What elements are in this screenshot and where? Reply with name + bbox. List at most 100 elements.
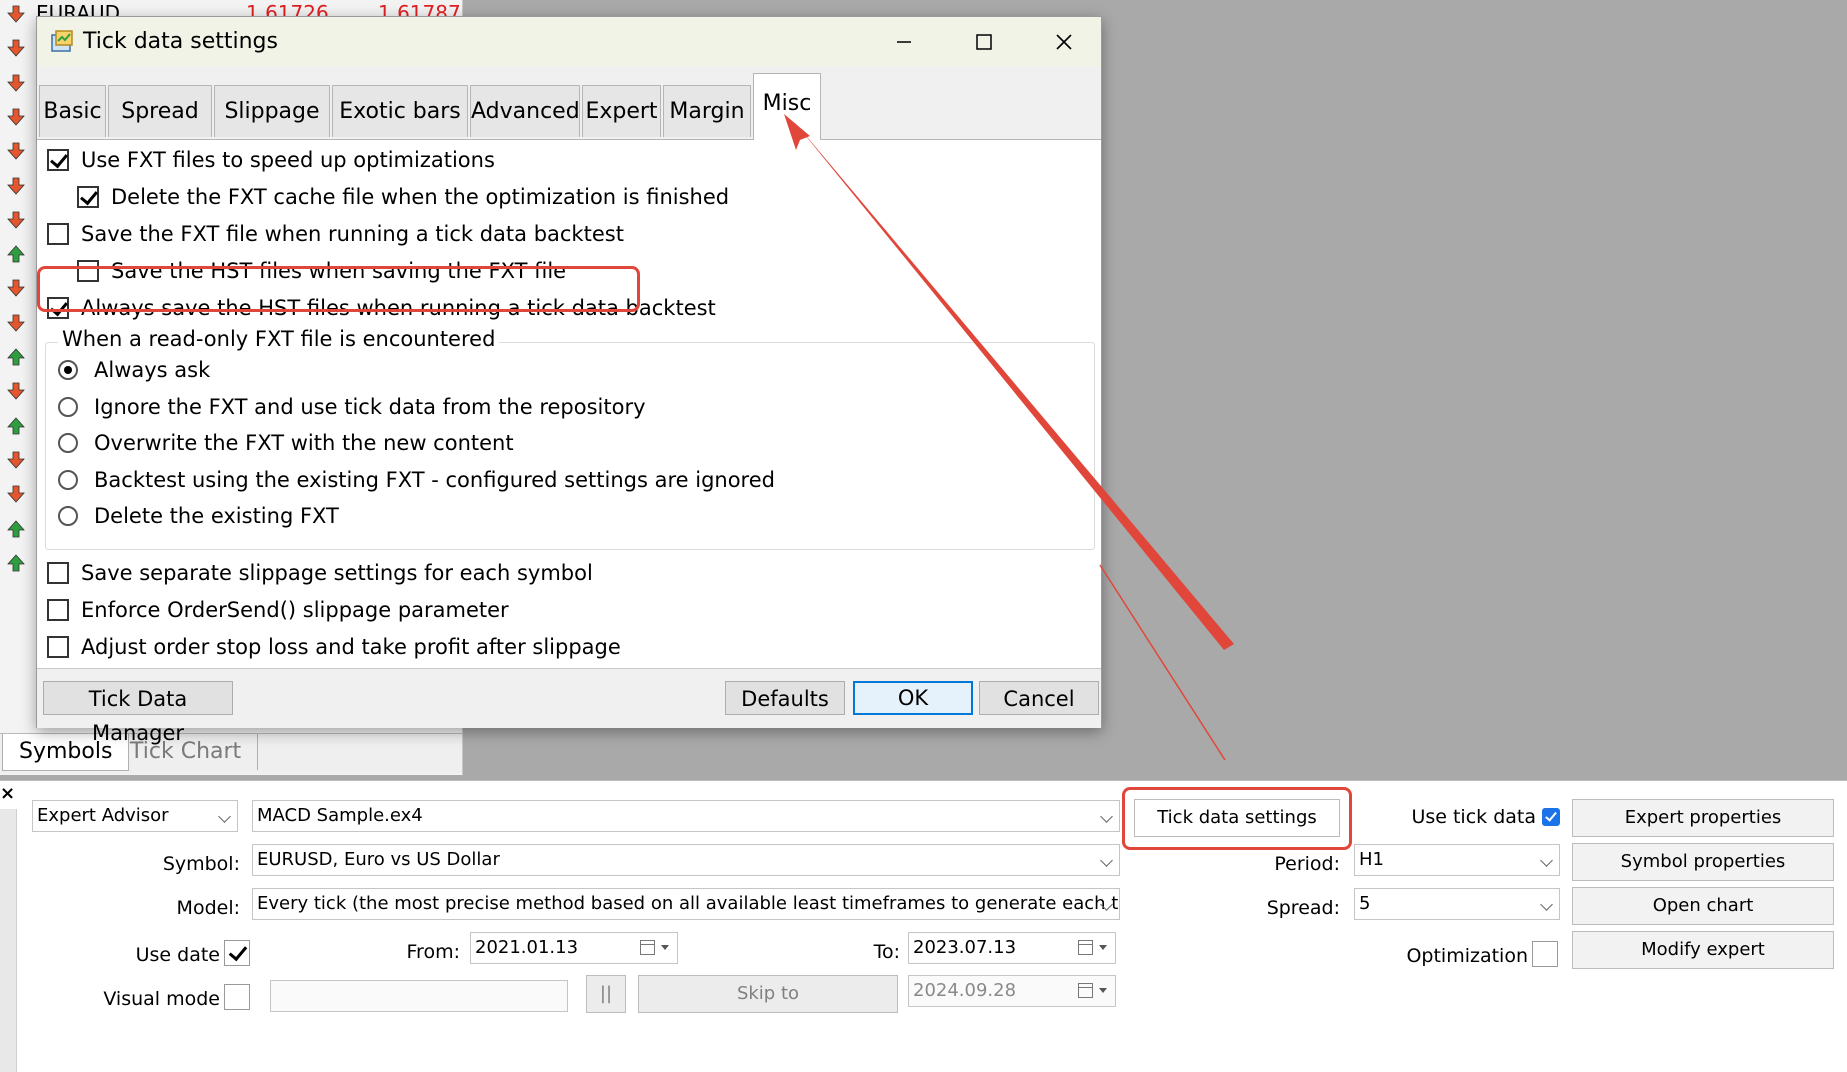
cancel-button[interactable]: Cancel: [979, 681, 1099, 715]
skip-to-date-field[interactable]: 2024.09.28: [908, 975, 1116, 1007]
visual-mode-label: Visual mode: [103, 988, 220, 1010]
option-row[interactable]: Save the FXT file when running a tick da…: [47, 219, 624, 249]
option-label: Save the FXT file when running a tick da…: [81, 222, 624, 246]
close-button[interactable]: [1029, 17, 1099, 67]
tab-misc[interactable]: Misc: [753, 73, 821, 140]
visual-speed-slider[interactable]: [270, 980, 568, 1012]
readonly-fxt-radio-label: Always ask: [94, 358, 211, 382]
readonly-fxt-radio[interactable]: [58, 433, 78, 453]
tab-slippage[interactable]: Slippage: [214, 85, 330, 137]
period-select[interactable]: H1: [1354, 844, 1560, 876]
calendar-icon: [1078, 940, 1093, 955]
option-checkbox[interactable]: [47, 599, 69, 621]
optimization-checkbox[interactable]: [1532, 941, 1558, 967]
readonly-fxt-radio-row[interactable]: Overwrite the FXT with the new content: [58, 428, 514, 458]
tab-basic[interactable]: Basic: [39, 85, 106, 137]
arrow-down-icon: [7, 279, 25, 297]
option-row[interactable]: Delete the FXT cache file when the optim…: [77, 182, 729, 212]
option-checkbox[interactable]: [47, 562, 69, 584]
close-icon[interactable]: ×: [0, 785, 18, 803]
dialog-title: Tick data settings: [83, 29, 278, 54]
readonly-fxt-radio[interactable]: [58, 506, 78, 526]
pause-button[interactable]: ||: [586, 975, 626, 1013]
symbol-properties-button[interactable]: Symbol properties: [1572, 843, 1834, 881]
expert-properties-button[interactable]: Expert properties: [1572, 799, 1834, 837]
arrow-down-icon: [7, 5, 25, 23]
close-icon: [1056, 34, 1072, 50]
option-checkbox[interactable]: [47, 149, 69, 171]
chevron-down-icon: [1099, 945, 1107, 950]
option-label: Adjust order stop loss and take profit a…: [81, 635, 621, 659]
option-row[interactable]: Adjust order stop loss and take profit a…: [47, 632, 621, 662]
symbol-select[interactable]: EURUSD, Euro vs US Dollar: [252, 844, 1120, 876]
use-tick-data-checkbox[interactable]: [1542, 808, 1560, 826]
tab-expert[interactable]: Expert: [582, 85, 661, 137]
arrow-up-icon: [7, 245, 25, 263]
misc-tab-content: Use FXT files to speed up optimizations D…: [37, 140, 1101, 696]
readonly-fxt-radio-label: Backtest using the existing FXT - config…: [94, 467, 775, 492]
strategy-tester-panel: × Expert Advisor MACD Sample.ex4 Symbol:…: [0, 780, 1847, 1072]
expert-select[interactable]: MACD Sample.ex4: [252, 800, 1120, 832]
optimization-label: Optimization: [1406, 945, 1528, 967]
highlight-tick-data-settings: [1122, 787, 1352, 850]
readonly-fxt-radio-row[interactable]: Ignore the FXT and use tick data from th…: [58, 392, 646, 422]
readonly-fxt-group: When a read-only FXT file is encountered…: [45, 327, 1095, 550]
use-tick-data-label: Use tick data: [1411, 806, 1536, 828]
arrow-down-icon: [7, 314, 25, 332]
open-chart-button[interactable]: Open chart: [1572, 887, 1834, 925]
tester-type-select[interactable]: Expert Advisor: [32, 800, 238, 832]
tick-data-manager-button[interactable]: Tick Data Manager: [43, 681, 233, 745]
option-label: Enforce OrderSend() slippage parameter: [81, 598, 509, 622]
spread-label: Spread:: [1266, 897, 1340, 919]
minimize-button[interactable]: [869, 17, 939, 67]
visual-mode-checkbox[interactable]: [224, 984, 250, 1010]
use-date-label: Use date: [135, 944, 220, 966]
spread-select[interactable]: 5: [1354, 888, 1560, 920]
dialog-footer: Tick Data Manager Defaults OK Cancel: [37, 668, 1101, 745]
maximize-button[interactable]: [949, 17, 1019, 67]
readonly-fxt-radio-row[interactable]: Delete the existing FXT: [58, 501, 339, 531]
dialog-tabs: Basic Spread Slippage Exotic bars Advanced Ex…: [37, 67, 1101, 140]
readonly-fxt-radio[interactable]: [58, 396, 78, 417]
to-date-field[interactable]: 2023.07.13: [908, 932, 1116, 964]
tick-data-settings-dialog: Tick data settings Basic Spread Slippage Ex…: [36, 16, 1102, 745]
arrow-down-icon: [7, 39, 25, 57]
maximize-icon: [976, 34, 992, 50]
option-checkbox[interactable]: [77, 186, 99, 208]
ok-button[interactable]: OK: [853, 681, 973, 715]
option-row[interactable]: Enforce OrderSend() slippage parameter: [47, 595, 509, 625]
readonly-fxt-radio-row[interactable]: Always ask: [58, 355, 210, 385]
highlight-always-save-hst: [37, 266, 640, 312]
arrow-up-icon: [7, 348, 25, 366]
tab-spread[interactable]: Spread: [108, 85, 212, 137]
option-row[interactable]: Use FXT files to speed up optimizations: [47, 145, 495, 175]
defaults-button[interactable]: Defaults: [725, 681, 845, 715]
chevron-down-icon: [218, 810, 231, 823]
option-row[interactable]: Save separate slippage settings for each…: [47, 558, 593, 588]
arrow-down-icon: [7, 451, 25, 469]
use-date-checkbox[interactable]: [224, 940, 250, 966]
tab-margin[interactable]: Margin: [663, 85, 751, 137]
option-checkbox[interactable]: [47, 223, 69, 245]
period-label: Period:: [1274, 853, 1340, 875]
chevron-down-icon: [1100, 810, 1113, 823]
calendar-icon: [640, 940, 655, 955]
chevron-down-icon: [1540, 854, 1553, 867]
option-label: Delete the FXT cache file when the optim…: [111, 185, 730, 209]
modify-expert-button[interactable]: Modify expert: [1572, 931, 1834, 969]
chevron-down-icon: [661, 945, 669, 950]
readonly-fxt-radio[interactable]: [58, 469, 78, 490]
tab-advanced[interactable]: Advanced: [470, 85, 580, 137]
from-date-field[interactable]: 2021.01.13: [470, 932, 678, 964]
chevron-down-icon: [1100, 854, 1113, 867]
minimize-icon: [897, 41, 911, 43]
option-label: Use FXT files to speed up optimizations: [81, 148, 495, 172]
model-select[interactable]: Every tick (the most precise method base…: [252, 888, 1120, 920]
arrow-down-icon: [7, 74, 25, 92]
option-checkbox[interactable]: [47, 636, 69, 658]
readonly-fxt-radio[interactable]: [58, 360, 78, 380]
skip-to-button[interactable]: Skip to: [638, 975, 898, 1013]
readonly-fxt-radio-row[interactable]: Backtest using the existing FXT - config…: [58, 465, 775, 495]
dialog-titlebar[interactable]: Tick data settings: [37, 17, 1101, 67]
tab-exotic-bars[interactable]: Exotic bars: [332, 85, 468, 137]
